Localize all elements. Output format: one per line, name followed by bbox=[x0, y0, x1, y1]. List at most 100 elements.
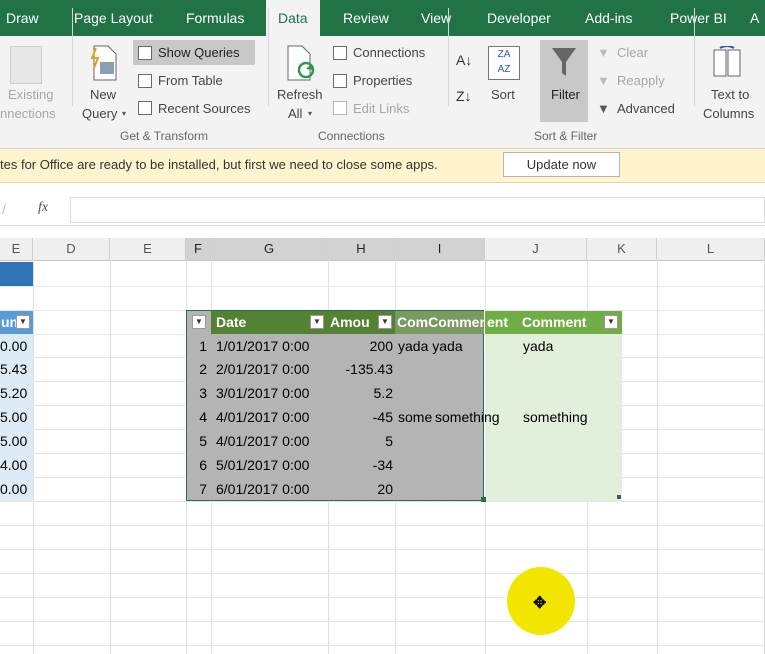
advanced-button[interactable]: Advanced bbox=[617, 101, 675, 116]
column-header-j[interactable]: J bbox=[485, 238, 587, 260]
ribbon-separator bbox=[694, 8, 695, 106]
left-table-cell[interactable]: 0.00 bbox=[0, 478, 33, 501]
table1-header-com: Com bbox=[397, 314, 429, 330]
filter-dropdown-icon[interactable]: ▼ bbox=[192, 315, 206, 329]
clear-icon: ▼ bbox=[597, 45, 610, 60]
existing-connections-label-2[interactable]: nnections bbox=[0, 106, 56, 121]
selected-cell-blue[interactable] bbox=[0, 262, 33, 286]
table1-cell-amount[interactable]: -45 bbox=[328, 406, 395, 429]
left-table-cell[interactable]: 5.43 bbox=[0, 358, 33, 381]
table1-cell-date[interactable]: 3/01/2017 0:00 bbox=[211, 382, 328, 405]
table1-cell-comment[interactable]: some bbox=[395, 406, 435, 429]
table1-row-index[interactable]: 6 bbox=[186, 454, 211, 477]
table1-cell-amount[interactable]: 5 bbox=[328, 430, 395, 453]
column-header-f[interactable]: F bbox=[186, 238, 211, 260]
show-queries-label: Show Queries bbox=[158, 45, 240, 60]
tab-power-bi[interactable]: Power BI bbox=[670, 0, 727, 36]
edit-links-button[interactable]: Edit Links bbox=[353, 101, 409, 116]
refresh-all-label-2[interactable]: All bbox=[288, 106, 302, 121]
fill-handle[interactable] bbox=[481, 497, 486, 502]
table1-cell-amount[interactable]: 200 bbox=[328, 335, 395, 358]
sort-az-icon[interactable]: A↓ bbox=[456, 52, 472, 68]
recent-sources-button[interactable]: Recent Sources bbox=[158, 101, 251, 116]
left-table-cell[interactable]: 5.00 bbox=[0, 406, 33, 429]
new-query-label-1[interactable]: New bbox=[90, 87, 116, 102]
table2-cell[interactable]: yada bbox=[523, 335, 613, 358]
grid-line bbox=[0, 573, 765, 574]
update-now-button[interactable]: Update now bbox=[503, 152, 620, 177]
table1-cell-comment[interactable] bbox=[395, 382, 484, 405]
connections-button[interactable]: Connections bbox=[353, 45, 425, 60]
table1-cell-amount[interactable]: 5.2 bbox=[328, 382, 395, 405]
table1-cell-date[interactable]: 5/01/2017 0:00 bbox=[211, 454, 328, 477]
tab-formulas[interactable]: Formulas bbox=[186, 0, 244, 36]
column-header-g[interactable]: G bbox=[211, 238, 328, 260]
table1-header-comment[interactable]: ComComment bbox=[395, 311, 484, 334]
text-to-columns-icon bbox=[712, 45, 742, 85]
table1-row-index[interactable]: 5 bbox=[186, 430, 211, 453]
sort-button[interactable]: Sort bbox=[491, 87, 515, 102]
table1-cell-date[interactable]: 4/01/2017 0:00 bbox=[211, 430, 328, 453]
from-table-button[interactable]: From Table bbox=[158, 73, 223, 88]
cancel-icon[interactable]: / bbox=[2, 201, 6, 217]
formula-input[interactable] bbox=[70, 197, 765, 223]
tab-overflow[interactable]: A bbox=[750, 0, 759, 36]
table1-cell-comment[interactable] bbox=[395, 430, 484, 453]
table1-row-index[interactable]: 7 bbox=[186, 478, 211, 501]
tab-developer[interactable]: Developer bbox=[487, 0, 551, 36]
sort-za-icon[interactable]: Z↓ bbox=[456, 88, 472, 104]
table1-cell-date[interactable]: 2/01/2017 0:00 bbox=[211, 358, 328, 381]
filter-dropdown-icon[interactable]: ▼ bbox=[604, 315, 618, 329]
existing-connections-label-1[interactable]: Existing bbox=[8, 87, 54, 102]
left-table-cell[interactable]: 4.00 bbox=[0, 454, 33, 477]
tab-draw[interactable]: Draw bbox=[6, 0, 39, 36]
tab-add-ins[interactable]: Add-ins bbox=[585, 0, 632, 36]
column-header-i[interactable]: I bbox=[395, 238, 485, 260]
clear-button[interactable]: Clear bbox=[617, 45, 648, 60]
column-header-l[interactable]: L bbox=[657, 238, 765, 260]
reapply-button[interactable]: Reapply bbox=[617, 73, 665, 88]
table1-row-index[interactable]: 3 bbox=[186, 382, 211, 405]
tab-data[interactable]: Data bbox=[266, 0, 320, 36]
table1-row-index[interactable]: 2 bbox=[186, 358, 211, 381]
table1-cell-date[interactable]: 6/01/2017 0:00 bbox=[211, 478, 328, 501]
advanced-icon: ▼ bbox=[597, 101, 610, 116]
table1-row-index[interactable]: 1 bbox=[186, 335, 211, 358]
column-header-k[interactable]: K bbox=[587, 238, 657, 260]
table1-cell-date[interactable]: 4/01/2017 0:00 bbox=[211, 406, 328, 429]
table1-cell-comment[interactable] bbox=[395, 478, 484, 501]
column-header-c[interactable]: E bbox=[0, 238, 33, 260]
table2-header[interactable]: ent Comment bbox=[485, 311, 622, 334]
new-query-label-2[interactable]: Query bbox=[82, 106, 117, 121]
filter-dropdown-icon[interactable]: ▼ bbox=[310, 315, 324, 329]
column-header-d[interactable]: D bbox=[33, 238, 110, 260]
refresh-all-label-1[interactable]: Refresh bbox=[277, 87, 323, 102]
table2-header-fragment: ent bbox=[487, 314, 508, 330]
left-table-cell[interactable]: 0.00 bbox=[0, 335, 33, 358]
left-table-cell[interactable]: 5.20 bbox=[0, 382, 33, 405]
ribbon-separator bbox=[72, 8, 73, 106]
text-to-columns-label-2[interactable]: Columns bbox=[703, 106, 754, 121]
grid-line bbox=[0, 621, 765, 622]
table1-cell-comment[interactable]: yada yada bbox=[395, 335, 484, 358]
table1-cell-date[interactable]: 1/01/2017 0:00 bbox=[211, 335, 328, 358]
table1-cell-amount[interactable]: -135.43 bbox=[328, 358, 395, 381]
tab-view[interactable]: View bbox=[421, 0, 451, 36]
text-to-columns-label-1[interactable]: Text to bbox=[711, 87, 749, 102]
table1-cell-amount[interactable]: -34 bbox=[328, 454, 395, 477]
filter-dropdown-icon[interactable]: ▼ bbox=[16, 315, 30, 329]
insert-function-icon[interactable]: fx bbox=[38, 200, 48, 216]
left-table-cell[interactable]: 5.00 bbox=[0, 430, 33, 453]
tab-page-layout[interactable]: Page Layout bbox=[74, 0, 153, 36]
filter-dropdown-icon[interactable]: ▼ bbox=[378, 315, 392, 329]
properties-button[interactable]: Properties bbox=[353, 73, 412, 88]
table2-cell[interactable]: something bbox=[523, 406, 613, 429]
column-header-h[interactable]: H bbox=[328, 238, 395, 260]
tab-review[interactable]: Review bbox=[343, 0, 389, 36]
table1-cell-comment[interactable] bbox=[395, 358, 484, 381]
table-resize-handle[interactable] bbox=[617, 495, 621, 499]
table1-cell-comment[interactable] bbox=[395, 454, 484, 477]
table1-row-index[interactable]: 4 bbox=[186, 406, 211, 429]
table1-cell-amount[interactable]: 20 bbox=[328, 478, 395, 501]
column-header-e[interactable]: E bbox=[110, 238, 186, 260]
